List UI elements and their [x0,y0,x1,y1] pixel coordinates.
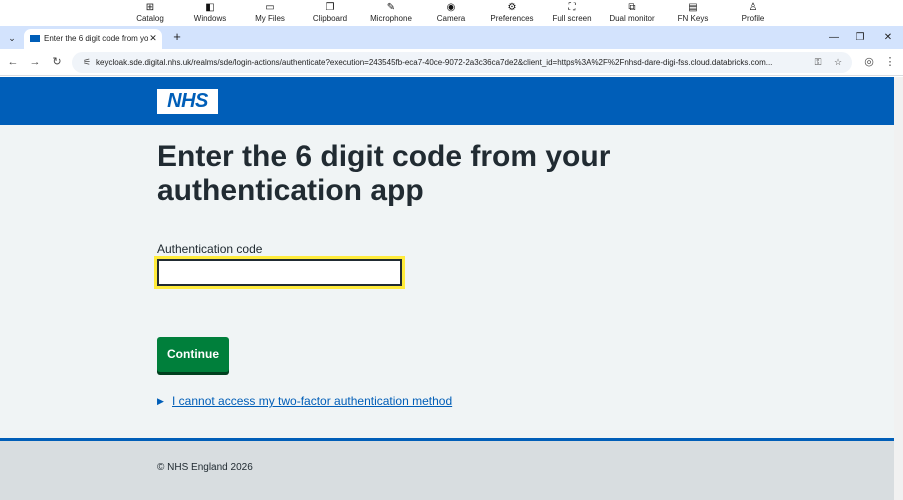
address-bar[interactable]: ⚟ keycloak.sde.digital.nhs.uk/realms/sde… [72,52,852,73]
bookmark-star-icon[interactable]: ☆ [831,55,845,69]
minimize-icon[interactable]: — [826,30,842,46]
forward-arrow-icon[interactable]: → [27,54,43,70]
back-arrow-icon[interactable]: ← [5,54,21,70]
toolbar-item-preferences[interactable]: ⚙ Preferences [482,1,542,24]
site-info-icon[interactable]: ⚟ [80,55,94,69]
fullscreen-icon: ⛶ [568,2,576,13]
toolbar-item-dual-monitor[interactable]: ⧉ Dual monitor [602,1,662,24]
expand-triangle-icon[interactable]: ▶ [157,396,164,406]
page-footer: © NHS England 2026 [0,438,894,500]
page-scrollbar[interactable] [894,77,903,500]
page-title: Enter the 6 digit code from your authent… [157,140,611,207]
browser-toolbar: ← → ↻ ⚟ keycloak.sde.digital.nhs.uk/real… [0,49,903,76]
remote-desktop-toolbar: ⊞ Catalog ◧ Windows ▭ My Files ❐ Clipboa… [0,0,903,26]
toolbar-item-camera[interactable]: ◉ Camera [421,1,481,24]
clipboard-icon: ❐ [325,2,335,13]
profile-avatar-icon[interactable]: ◎ [861,54,877,70]
folder-icon: ▭ [265,2,275,13]
gear-icon: ⚙ [507,2,517,13]
reload-icon[interactable]: ↻ [49,54,65,70]
authentication-code-label: Authentication code [157,242,263,256]
toolbar-item-fn-keys[interactable]: ▤ FN Keys [663,1,723,24]
browser-menu-icon[interactable]: ⋮ [882,54,898,70]
microphone-icon: ✎ [386,2,396,13]
user-icon: ♙ [748,2,758,13]
web-page: NHS Enter the 6 digit code from your aut… [0,77,894,500]
authentication-code-input[interactable] [154,256,405,289]
restore-window-icon[interactable]: ❐ [852,30,868,46]
tab-title: Enter the 6 digit code from you [44,34,148,43]
toolbar-item-profile[interactable]: ♙ Profile [723,1,783,24]
password-key-icon[interactable]: ⚿ [811,55,825,69]
close-window-icon[interactable]: ✕ [880,30,896,46]
nhs-favicon-icon [30,35,40,42]
nhs-header: NHS [0,77,894,125]
copyright-text: © NHS England 2026 [157,462,253,473]
continue-button[interactable]: Continue [157,337,229,372]
toolbar-item-clipboard[interactable]: ❐ Clipboard [300,1,360,24]
camera-icon: ◉ [446,2,456,13]
dual-monitor-icon: ⧉ [628,2,636,13]
keyboard-icon: ▤ [688,2,698,13]
browser-tab-strip: ⌄ Enter the 6 digit code from you ✕ + — … [0,26,903,49]
browser-tab-active[interactable]: Enter the 6 digit code from you ✕ [24,29,162,49]
tab-search-chevron-icon[interactable]: ⌄ [4,30,20,46]
catalog-icon: ⊞ [145,2,155,13]
nhs-logo[interactable]: NHS [157,89,218,114]
address-url[interactable]: keycloak.sde.digital.nhs.uk/realms/sde/l… [96,56,808,69]
toolbar-item-windows[interactable]: ◧ Windows [180,1,240,24]
toolbar-item-my-files[interactable]: ▭ My Files [240,1,300,24]
close-tab-icon[interactable]: ✕ [147,32,159,44]
toolbar-item-microphone[interactable]: ✎ Microphone [361,1,421,24]
cannot-access-2fa-link[interactable]: I cannot access my two-factor authentica… [172,394,452,408]
toolbar-item-catalog[interactable]: ⊞ Catalog [120,1,180,24]
new-tab-plus-icon[interactable]: + [170,29,184,45]
windows-icon: ◧ [205,2,215,13]
toolbar-item-full-screen[interactable]: ⛶ Full screen [542,1,602,24]
